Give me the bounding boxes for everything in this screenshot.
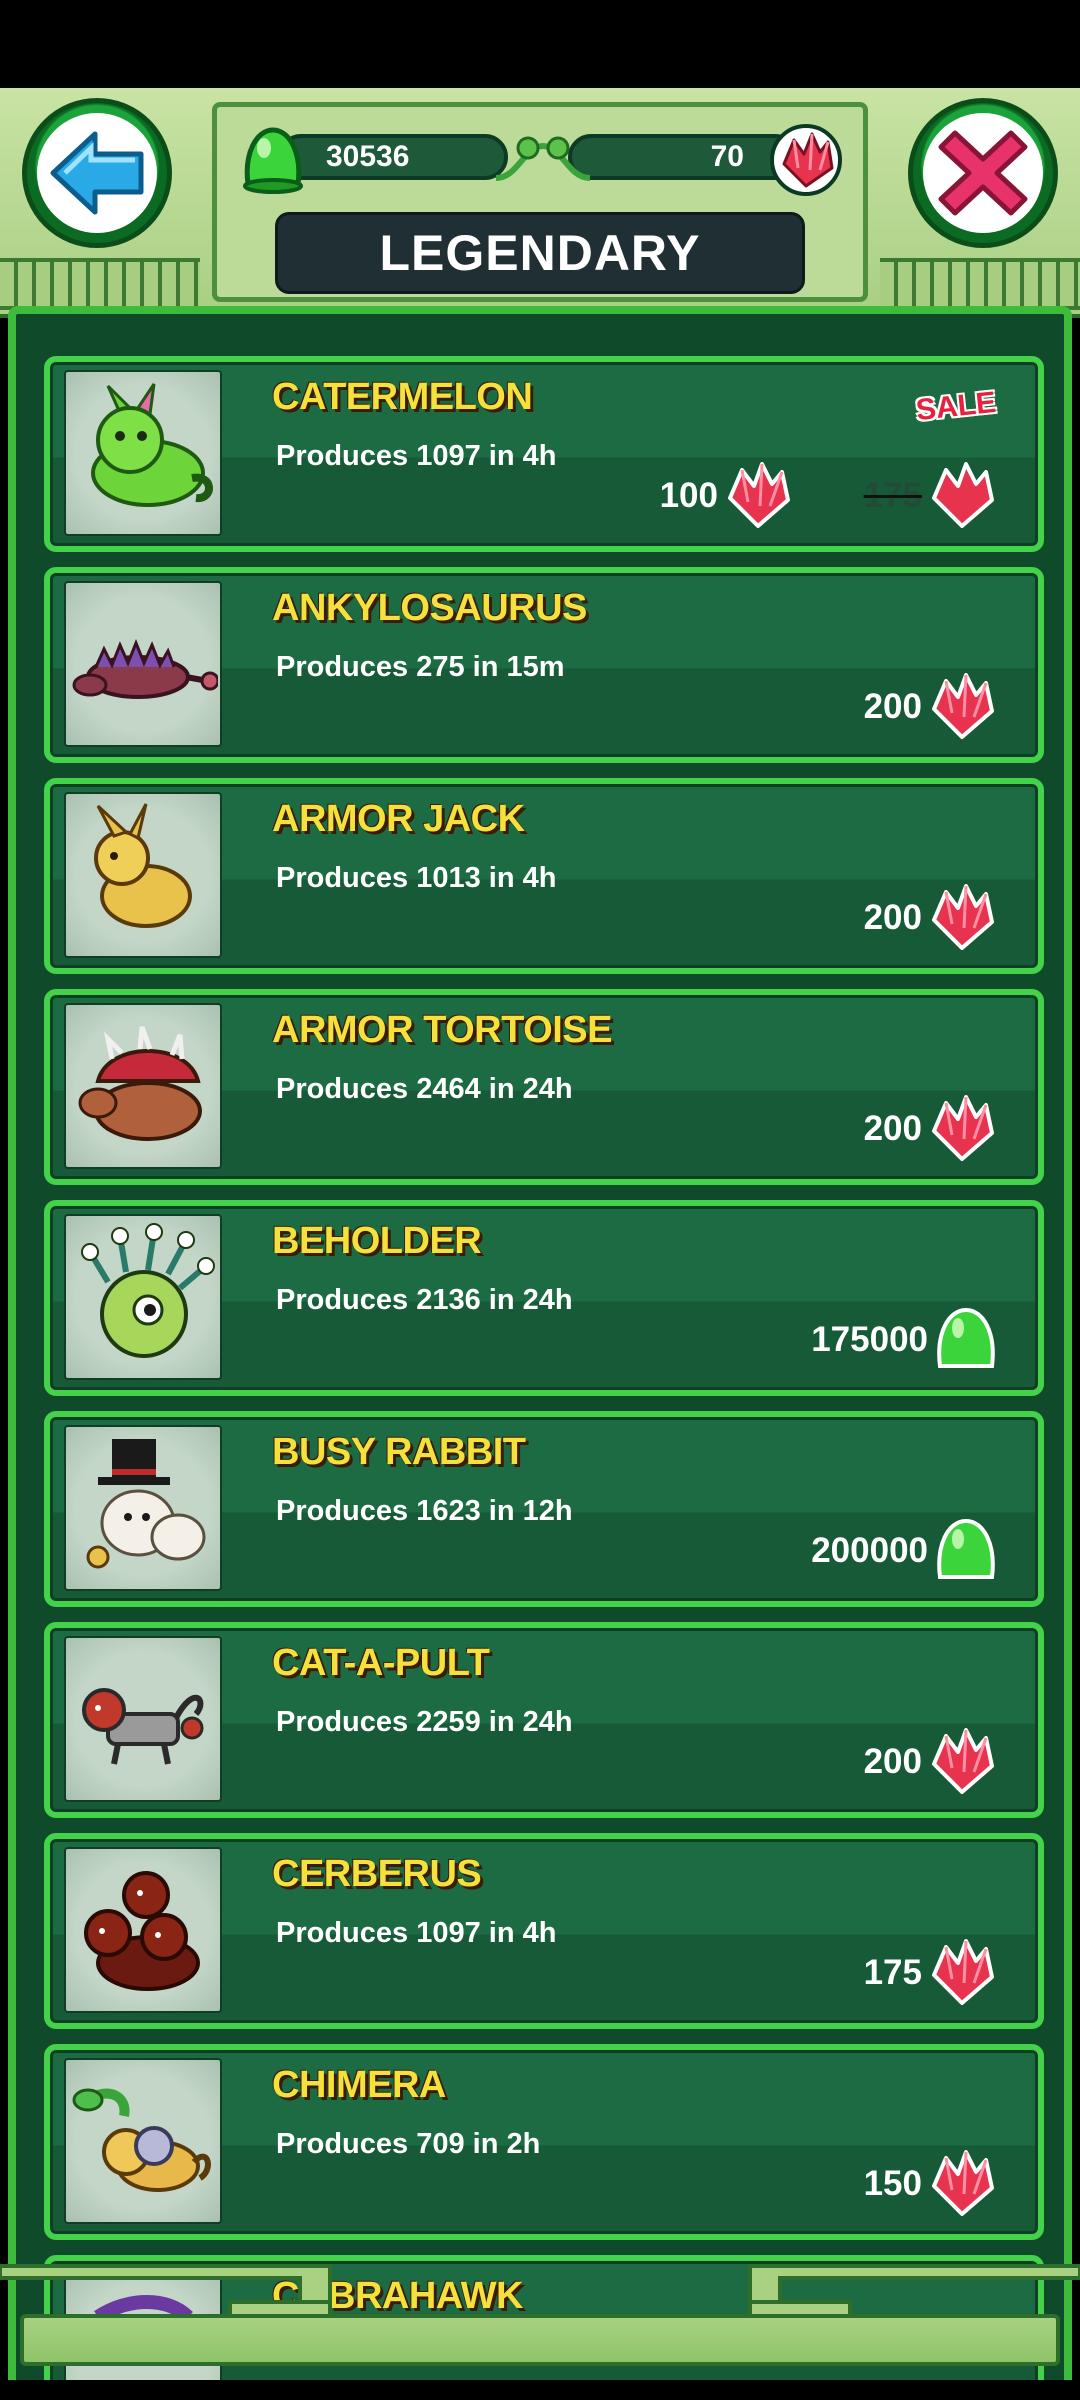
monster-thumbnail xyxy=(64,581,222,747)
item-production: Produces 2136 in 24h xyxy=(276,1284,573,1316)
close-button[interactable] xyxy=(908,98,1058,248)
price-value: 200 xyxy=(863,1109,922,1148)
price-value: 200 xyxy=(863,898,922,937)
item-production: Produces 275 in 15m xyxy=(276,651,565,683)
gem-count: 70 xyxy=(710,140,744,173)
cat-a-pult-icon xyxy=(82,1688,204,1765)
gem-icon xyxy=(770,124,842,196)
price-button[interactable]: 200 xyxy=(864,1726,998,1798)
shop-item-beholder[interactable]: BEHOLDER Produces 2136 in 24h 175000 xyxy=(44,1200,1044,1396)
monster-thumbnail xyxy=(64,1214,222,1380)
beholder-icon xyxy=(81,1223,215,1358)
header-rail-left xyxy=(0,258,200,310)
item-name: ARMOR JACK xyxy=(272,798,525,840)
shop-item-busy-rabbit[interactable]: BUSY RABBIT Produces 1623 in 12h 200000 xyxy=(44,1411,1044,1607)
price-value: 200000 xyxy=(811,1531,928,1570)
price-value: 175000 xyxy=(811,1320,928,1359)
cerberus-icon xyxy=(84,1871,200,1991)
monster-thumbnail xyxy=(64,1636,222,1802)
item-production: Produces 1013 in 4h xyxy=(276,862,557,894)
gem-icon xyxy=(728,462,790,528)
footer-bottom xyxy=(0,2380,1080,2400)
price-button[interactable]: 175 xyxy=(864,1937,998,2009)
shop-panel: CATERMELON Produces 1097 in 4h SALE 100 … xyxy=(8,306,1072,2400)
item-production: Produces 709 in 2h xyxy=(276,2128,541,2160)
price-value: 100 xyxy=(659,476,718,515)
old-price-value: 175 xyxy=(863,476,922,515)
jelly-counter: 30536 xyxy=(278,134,508,180)
sale-badge: SALE xyxy=(914,385,998,428)
item-name: BUSY RABBIT xyxy=(272,1431,526,1473)
gem-icon xyxy=(932,884,994,950)
item-production: Produces 1623 in 12h xyxy=(276,1495,573,1527)
catermelon-icon xyxy=(91,383,213,507)
price-value: 150 xyxy=(863,2164,922,2203)
shop-item-chimera[interactable]: CHIMERA Produces 709 in 2h 150 xyxy=(44,2044,1044,2240)
item-name: ARMOR TORTOISE xyxy=(272,1009,612,1051)
currency-bar: 30536 70 xyxy=(238,124,844,196)
gem-icon xyxy=(932,1939,994,2005)
gem-icon xyxy=(932,1095,994,1161)
armor-tortoise-icon xyxy=(78,1026,202,1141)
price-button[interactable]: 200 xyxy=(864,882,998,954)
ankylosaurus-icon xyxy=(72,638,218,699)
item-name: ANKYLOSAURUS xyxy=(272,587,587,629)
item-name: CAT-A-PULT xyxy=(272,1642,490,1684)
back-button[interactable] xyxy=(22,98,172,248)
price-button[interactable]: 200 xyxy=(864,1093,998,1165)
monster-thumbnail xyxy=(64,1847,222,2013)
old-price: 175 xyxy=(864,460,998,532)
price-button[interactable]: 100 xyxy=(660,460,794,532)
gem-icon xyxy=(932,462,994,528)
monster-thumbnail xyxy=(64,370,222,536)
gem-icon xyxy=(932,2150,994,2216)
monster-thumbnail xyxy=(64,792,222,958)
gem-icon xyxy=(932,673,994,739)
shop-item-armor-tortoise[interactable]: ARMOR TORTOISE Produces 2464 in 24h 200 xyxy=(44,989,1044,1185)
chimera-icon xyxy=(72,2088,211,2192)
item-name: CHIMERA xyxy=(272,2064,446,2106)
gem-counter: 70 xyxy=(568,134,798,180)
shop-item-armor-jack[interactable]: ARMOR JACK Produces 1013 in 4h 200 xyxy=(44,778,1044,974)
jelly-count: 30536 xyxy=(326,140,410,173)
item-name: COBRAHAWK xyxy=(272,2275,523,2317)
jelly-icon xyxy=(937,1518,995,1579)
monster-thumbnail xyxy=(64,1425,222,1591)
item-list: CATERMELON Produces 1097 in 4h SALE 100 … xyxy=(44,356,1044,2392)
item-production: Produces 1097 in 4h xyxy=(276,440,557,472)
status-bar xyxy=(0,0,1080,88)
price-button[interactable]: 150 xyxy=(864,2148,998,2220)
price-button[interactable]: 200 xyxy=(864,671,998,743)
monster-thumbnail xyxy=(64,1003,222,1169)
item-production: Produces 2464 in 24h xyxy=(276,1073,573,1105)
close-x-icon xyxy=(923,113,1043,233)
item-name: CATERMELON xyxy=(272,376,533,418)
shop-item-cerberus[interactable]: CERBERUS Produces 1097 in 4h 175 xyxy=(44,1833,1044,2029)
price-value: 175 xyxy=(863,1953,922,1992)
armor-jack-icon xyxy=(94,803,192,928)
jelly-icon xyxy=(937,1307,995,1368)
item-production: Produces 1097 in 4h xyxy=(276,1917,557,1949)
item-production: Produces 2259 in 24h xyxy=(276,1706,573,1738)
back-arrow-icon xyxy=(37,113,157,233)
price-button[interactable]: 200000 xyxy=(811,1515,998,1587)
shop-item-catermelon[interactable]: CATERMELON Produces 1097 in 4h SALE 100 … xyxy=(44,356,1044,552)
item-name: BEHOLDER xyxy=(272,1220,482,1262)
vine-ornament-icon xyxy=(495,136,591,181)
monster-thumbnail xyxy=(64,2058,222,2224)
shop-item-ankylosaurus[interactable]: ANKYLOSAURUS Produces 275 in 15m 200 xyxy=(44,567,1044,763)
price-value: 200 xyxy=(863,1742,922,1781)
item-name: CERBERUS xyxy=(272,1853,482,1895)
jelly-icon xyxy=(243,127,303,194)
header-rail-right xyxy=(880,258,1080,310)
gem-icon xyxy=(932,1728,994,1794)
page-title: LEGENDARY xyxy=(275,212,805,294)
busy-rabbit-icon xyxy=(86,1439,206,1569)
price-button[interactable]: 175000 xyxy=(811,1304,998,1376)
shop-item-cat-a-pult[interactable]: CAT-A-PULT Produces 2259 in 24h 200 xyxy=(44,1622,1044,1818)
footer-bar xyxy=(20,2314,1060,2366)
price-value: 200 xyxy=(863,687,922,726)
